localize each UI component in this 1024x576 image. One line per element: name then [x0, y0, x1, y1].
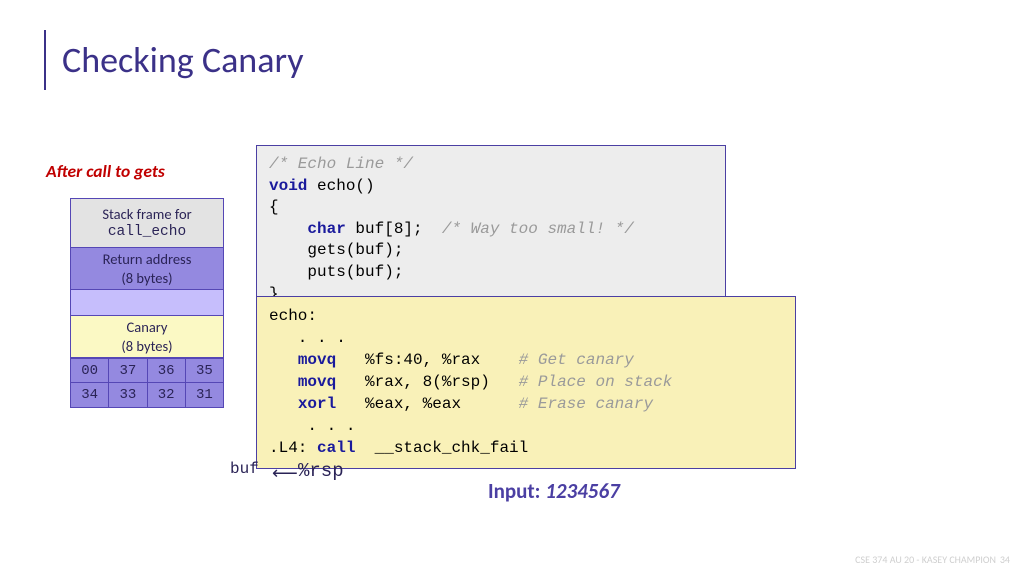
text: buf[8]; [346, 220, 442, 238]
text: %rax, 8(%rsp) [336, 373, 518, 391]
arrow-left-icon: ⟵ [272, 462, 298, 484]
stack-diagram: Stack frame for call_echo Return address… [70, 198, 224, 408]
comment: /* Echo Line */ [269, 155, 413, 173]
text: . . . [269, 417, 355, 435]
text: %eax, %eax [336, 395, 518, 413]
label: Return address [103, 250, 192, 268]
byte: 37 [109, 358, 147, 383]
byte: 31 [186, 383, 224, 408]
keyword: char [307, 220, 345, 238]
byte: 32 [148, 383, 186, 408]
keyword: movq [298, 373, 336, 391]
byte: 35 [186, 358, 224, 383]
byte: 36 [148, 358, 186, 383]
label: Canary [127, 318, 168, 336]
comment: # Get canary [519, 351, 634, 369]
slide-title: Checking Canary [62, 38, 304, 82]
text: %fs:40, %rax [336, 351, 518, 369]
text: echo() [307, 177, 374, 195]
text: echo: [269, 307, 317, 325]
code-block-c: /* Echo Line */ void echo() { char buf[8… [256, 145, 726, 314]
stack-canary: Canary (8 bytes) [70, 316, 224, 358]
keyword: void [269, 177, 307, 195]
comment: # Erase canary [519, 395, 653, 413]
comment: /* Way too small! */ [442, 220, 634, 238]
title-bar: Checking Canary [44, 30, 304, 90]
text: puts(buf); [269, 263, 403, 281]
code-block-asm: echo: . . . movq %fs:40, %rax # Get cana… [256, 296, 796, 469]
label-sub: (8 bytes) [121, 337, 172, 355]
input-value: 1234567 [545, 478, 620, 504]
label-sub: call_echo [108, 223, 186, 241]
buf-row-1: 00 37 36 35 [70, 358, 224, 383]
subtitle: After call to gets [46, 160, 165, 182]
text: .L4: [269, 439, 317, 457]
byte: 33 [109, 383, 147, 408]
input-caption: Input: 1234567 [488, 478, 620, 504]
keyword: call [317, 439, 355, 457]
stack-frame-callecho: Stack frame for call_echo [70, 198, 224, 248]
stack-return-address: Return address (8 bytes) [70, 248, 224, 290]
comment: # Place on stack [519, 373, 673, 391]
text [269, 220, 307, 238]
page-number: 34 [1000, 553, 1010, 566]
text: __stack_chk_fail [355, 439, 528, 457]
input-label: Input: [488, 478, 545, 504]
text [269, 351, 298, 369]
text: . . . [269, 329, 346, 347]
text [269, 395, 298, 413]
buf-label: buf [230, 460, 259, 478]
keyword: movq [298, 351, 336, 369]
byte: 00 [70, 358, 109, 383]
buf-row-2: 34 33 32 31 [70, 383, 224, 408]
footer-text: CSE 374 AU 20 - KASEY CHAMPION [855, 553, 996, 566]
rsp-label: %rsp [298, 460, 344, 482]
label: Stack frame for [102, 205, 191, 223]
text: { [269, 198, 279, 216]
byte: 34 [70, 383, 109, 408]
text: gets(buf); [269, 241, 403, 259]
stack-gap [70, 290, 224, 316]
keyword: xorl [298, 395, 336, 413]
text [269, 373, 298, 391]
label-sub: (8 bytes) [121, 269, 172, 287]
